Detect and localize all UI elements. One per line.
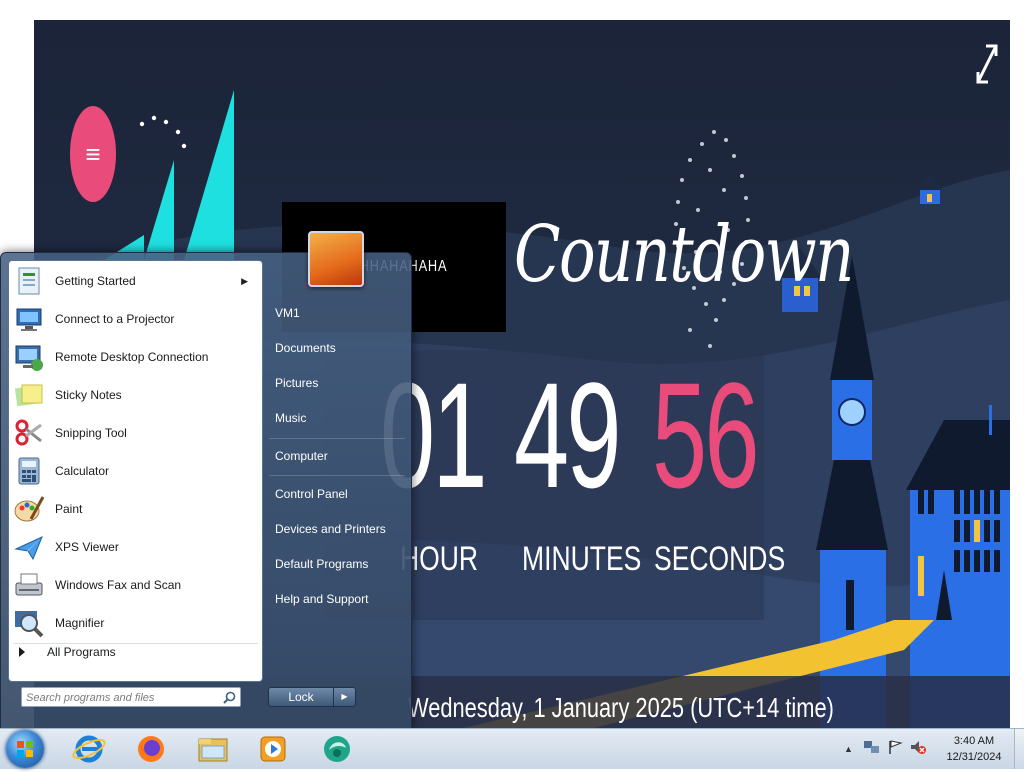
search-box[interactable] <box>21 687 241 707</box>
target-date-text: Wednesday, 1 January 2025 (UTC+14 time) <box>408 692 834 723</box>
system-tray: ▲ <box>844 729 927 769</box>
countdown-heading: Countdown <box>514 210 854 300</box>
app-icon[interactable] <box>318 731 356 767</box>
seconds-digits: 56 <box>652 351 759 519</box>
show-desktop-button[interactable] <box>1014 729 1024 769</box>
getting-started-icon <box>13 265 45 297</box>
sticky-notes-icon <box>13 379 45 411</box>
calculator-icon <box>13 455 45 487</box>
link-devices-printers[interactable]: Devices and Printers <box>269 514 405 544</box>
program-label: Magnifier <box>55 616 105 630</box>
program-label: XPS Viewer <box>55 540 119 554</box>
taskbar: ▲ 3:40 AM 12/31/2024 <box>0 728 1024 769</box>
hamburger-menu-button[interactable]: ≡ <box>70 106 116 202</box>
search-input[interactable] <box>26 690 216 706</box>
lock-button[interactable]: Lock <box>268 687 334 707</box>
program-label: Sticky Notes <box>55 388 122 402</box>
link-computer[interactable]: Computer <box>269 441 405 471</box>
minutes-label: MINUTES <box>522 540 642 578</box>
link-default-programs[interactable]: Default Programs <box>269 549 405 579</box>
program-connect-projector[interactable]: Connect to a Projector <box>13 301 258 337</box>
start-menu: Getting Started ▶ Connect to a Projector… <box>0 231 412 730</box>
user-picture[interactable] <box>308 231 364 287</box>
lock-button-group: Lock ▶ <box>268 687 356 707</box>
magnifier-icon <box>13 607 45 639</box>
program-label: Connect to a Projector <box>55 312 175 326</box>
windows-logo-icon <box>17 741 33 757</box>
media-player-icon[interactable] <box>254 731 292 767</box>
link-help-support[interactable]: Help and Support <box>269 584 405 614</box>
program-label: Remote Desktop Connection <box>55 350 209 364</box>
program-magnifier[interactable]: Magnifier <box>13 605 258 641</box>
clock-date: 12/31/2024 <box>946 751 1002 763</box>
paint-icon <box>13 493 45 525</box>
internet-explorer-icon[interactable] <box>70 731 108 767</box>
program-xps-viewer[interactable]: XPS Viewer <box>13 529 258 565</box>
separator <box>13 643 258 644</box>
start-button[interactable] <box>6 730 44 768</box>
submenu-arrow-icon: ▶ <box>241 275 248 286</box>
expand-arrow-icon <box>19 647 25 657</box>
seconds-label: SECONDS <box>654 540 786 578</box>
separator <box>269 438 405 439</box>
program-sticky-notes[interactable]: Sticky Notes <box>13 377 258 413</box>
volume-muted-icon[interactable] <box>909 739 927 760</box>
program-label: Calculator <box>55 464 110 478</box>
all-programs-button[interactable]: All Programs <box>19 645 116 659</box>
program-calculator[interactable]: Calculator <box>13 453 258 489</box>
show-hidden-icons-icon[interactable]: ▲ <box>844 744 853 754</box>
program-label: Windows Fax and Scan <box>55 578 182 592</box>
search-icon[interactable] <box>223 691 236 704</box>
remote-desktop-icon <box>13 341 45 373</box>
link-control-panel[interactable]: Control Panel <box>269 479 405 509</box>
link-documents[interactable]: Documents <box>269 333 405 363</box>
firefox-icon[interactable] <box>132 731 170 767</box>
program-fax-scan[interactable]: Windows Fax and Scan <box>13 567 258 603</box>
program-snipping-tool[interactable]: Snipping Tool <box>13 415 258 451</box>
fullscreen-toggle-icon[interactable] <box>974 42 1000 86</box>
network-icon[interactable] <box>863 739 881 760</box>
separator <box>269 475 405 476</box>
file-explorer-icon[interactable] <box>194 731 232 767</box>
programs-pane: Getting Started ▶ Connect to a Projector… <box>8 260 263 682</box>
program-label: Getting Started <box>55 274 136 288</box>
taskbar-clock[interactable]: 3:40 AM 12/31/2024 <box>940 733 1008 765</box>
link-user-folder[interactable]: VM1 <box>269 298 405 328</box>
link-music[interactable]: Music <box>269 403 405 433</box>
program-remote-desktop[interactable]: Remote Desktop Connection <box>13 339 258 375</box>
snipping-tool-icon <box>13 417 45 449</box>
link-pictures[interactable]: Pictures <box>269 368 405 398</box>
program-paint[interactable]: Paint <box>13 491 258 527</box>
program-getting-started[interactable]: Getting Started ▶ <box>13 263 258 299</box>
shutdown-options-arrow-icon[interactable]: ▶ <box>334 687 356 707</box>
action-center-flag-icon[interactable] <box>887 739 903 760</box>
projector-icon <box>13 303 45 335</box>
fax-scan-icon <box>13 569 45 601</box>
program-label: Snipping Tool <box>55 426 127 440</box>
all-programs-label: All Programs <box>47 645 116 659</box>
program-label: Paint <box>55 502 83 516</box>
clock-time: 3:40 AM <box>953 735 995 747</box>
xps-viewer-icon <box>13 531 45 563</box>
minutes-digits: 49 <box>514 351 621 519</box>
